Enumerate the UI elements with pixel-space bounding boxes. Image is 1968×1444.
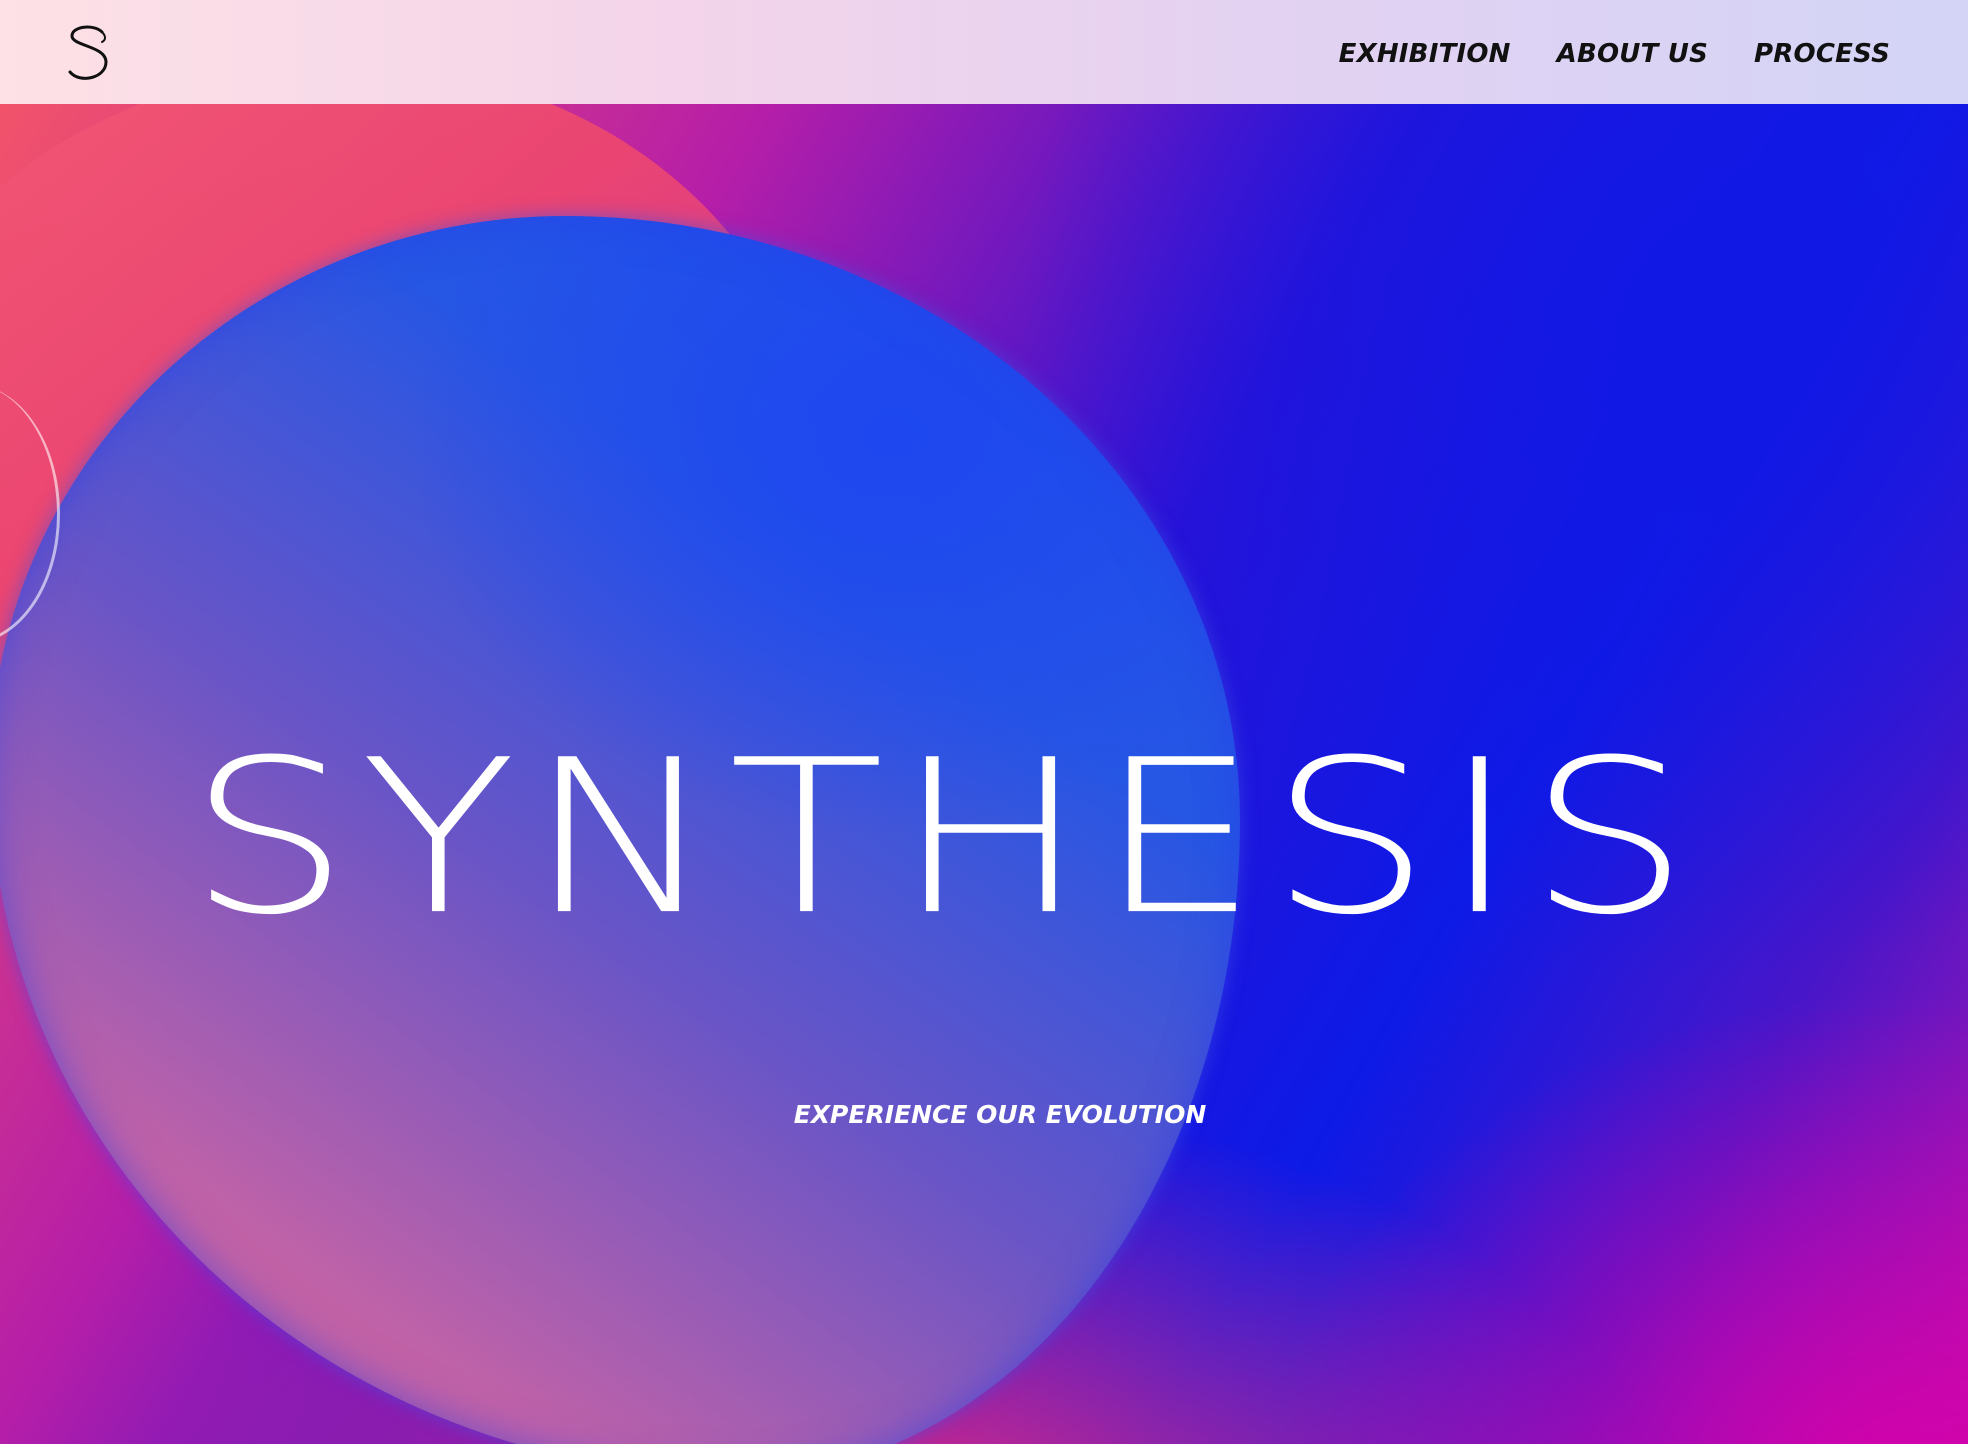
site-header: EXHIBITION ABOUT US PROCESS <box>0 0 1968 104</box>
hero-section: SYNTHESIS EXPERIENCE OUR EVOLUTION <box>0 104 1968 1444</box>
hero-tagline-text: EXPERIENCE OUR EVOLUTION <box>793 1100 1207 1129</box>
nav-about-us[interactable]: ABOUT US <box>1557 39 1708 69</box>
hero-title: SYNTHESIS <box>188 714 1701 962</box>
nav-process[interactable]: PROCESS <box>1754 39 1890 69</box>
nav-exhibition[interactable]: EXHIBITION <box>1339 39 1511 69</box>
logo-icon[interactable] <box>62 22 118 84</box>
hero-tagline[interactable]: EXPERIENCE OUR EVOLUTION <box>0 1100 1968 1129</box>
page: EXHIBITION ABOUT US PROCESS SYNTHESIS EX… <box>0 0 1968 1444</box>
main-nav: EXHIBITION ABOUT US PROCESS <box>1339 34 1890 74</box>
